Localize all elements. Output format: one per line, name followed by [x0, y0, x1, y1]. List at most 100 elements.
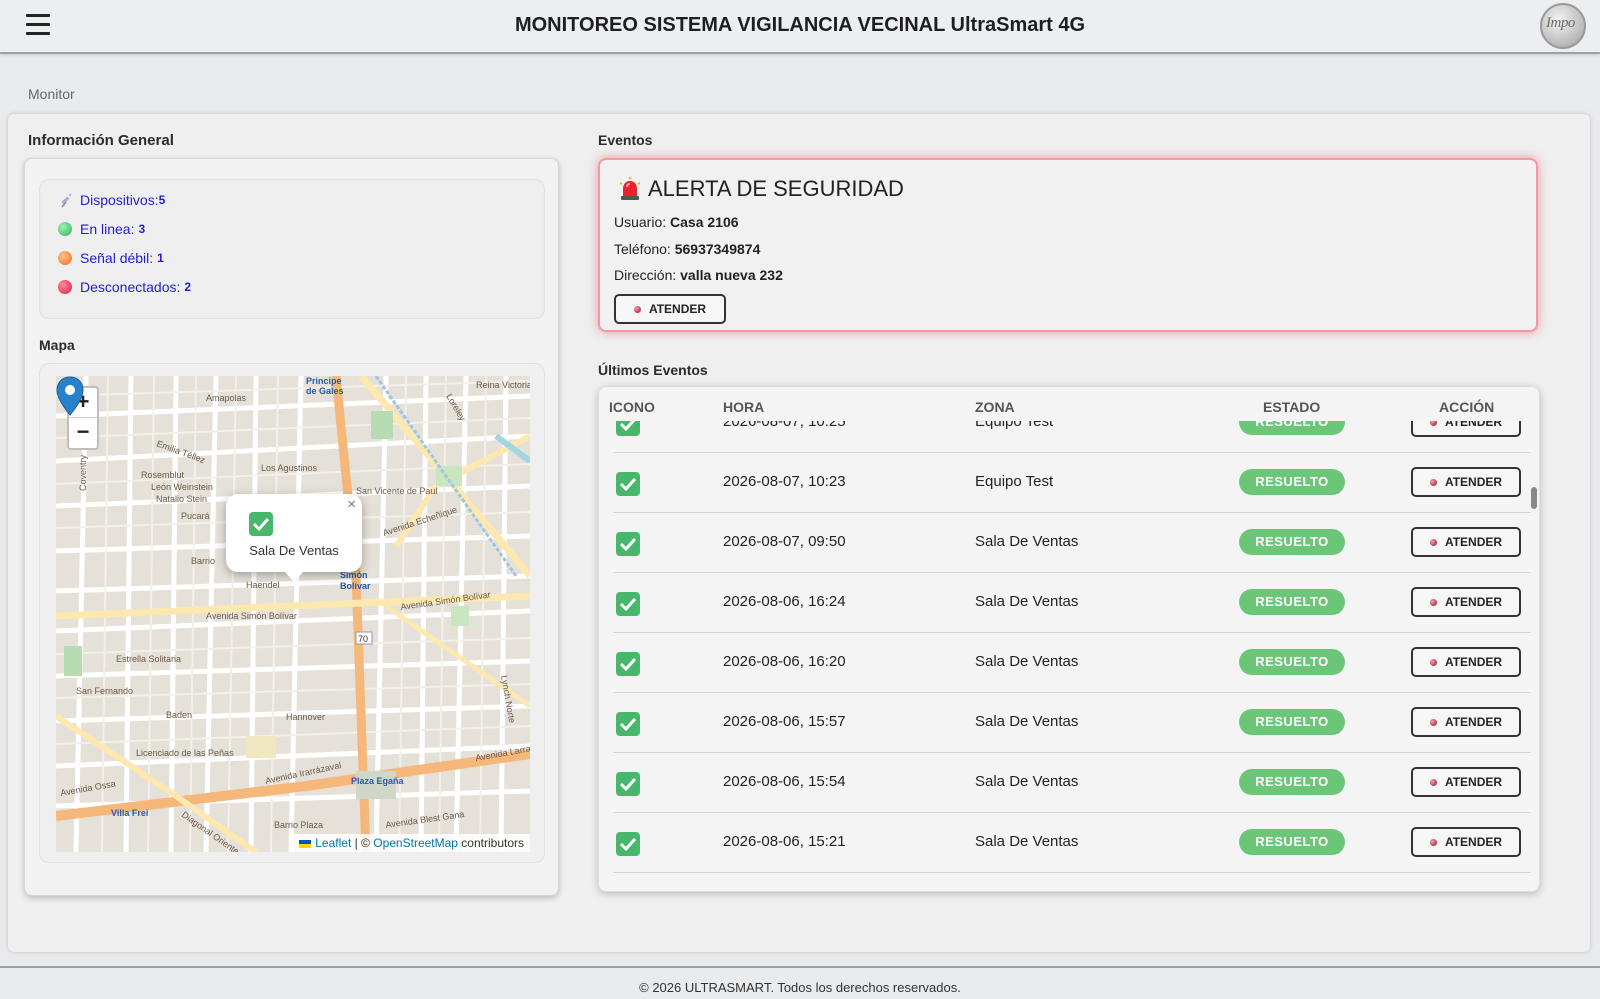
attend-button[interactable]: ATENDER — [1411, 467, 1521, 497]
table-row: 2026-08-06, 15:21 Sala De Ventas RESUELT… — [613, 813, 1531, 873]
stat-value: 2 — [184, 280, 192, 294]
osm-link[interactable]: OpenStreetMap — [373, 836, 458, 850]
table-row: 2026-08-07, 09:50 Sala De Ventas RESUELT… — [613, 513, 1531, 573]
col-action-header: ACCIÓN — [1439, 399, 1495, 415]
event-time: 2026-08-06, 16:20 — [723, 653, 846, 670]
event-time: 2026-08-06, 16:24 — [723, 593, 846, 610]
security-alert-card: ALERTA DE SEGURIDAD Usuario: Casa 2106 T… — [598, 158, 1538, 332]
popup-zone: Sala De Ventas — [249, 543, 339, 558]
check-icon — [249, 512, 273, 536]
alert-address-label: Dirección: — [614, 267, 677, 283]
map-popup: × OK Sala De Ventas — [226, 494, 362, 582]
svg-text:70: 70 — [358, 634, 368, 644]
attend-label: ATENDER — [1444, 595, 1503, 609]
app-title: MONITOREO SISTEMA VIGILANCIA VECINAL Ult… — [514, 14, 1086, 36]
alert-phone-label: Teléfono: — [614, 241, 671, 257]
alert-user-label: Usuario: — [614, 214, 667, 230]
svg-text:León Weinstein: León Weinstein — [151, 482, 213, 492]
check-icon — [616, 652, 640, 676]
status-badge: RESUELTO — [1239, 529, 1345, 555]
alert-user: Usuario: Casa 2106 — [614, 214, 739, 230]
event-zone: Sala De Ventas — [975, 593, 1079, 610]
col-icon-header: ICONO — [609, 399, 655, 415]
attend-label: ATENDER — [1444, 775, 1503, 789]
attend-button[interactable]: ATENDER — [1411, 587, 1521, 617]
attend-button[interactable]: ATENDER — [1411, 647, 1521, 677]
check-icon — [616, 832, 640, 856]
avatar-logo-text: Impo — [1546, 15, 1575, 31]
breadcrumb[interactable]: Monitor — [28, 86, 75, 102]
record-dot-icon — [1429, 598, 1437, 606]
status-badge: RESUELTO — [1239, 649, 1345, 675]
status-badge: RESUELTO — [1239, 469, 1345, 495]
info-section-title: Información General — [28, 132, 174, 149]
alert-attend-button[interactable]: ATENDER — [614, 294, 726, 324]
svg-text:Plaza Egaña: Plaza Egaña — [351, 776, 405, 786]
svg-text:Reina Victoria: Reina Victoria — [476, 380, 530, 390]
svg-text:Barrio Plaza: Barrio Plaza — [274, 820, 323, 830]
check-icon — [616, 421, 640, 436]
record-dot-icon — [1429, 421, 1437, 426]
table-row: 2026-08-07, 10:23 Equipo Test RESUELTO A… — [613, 453, 1531, 513]
map-marker-icon[interactable] — [56, 376, 84, 416]
monitor-card: Información General Dispositivos: 5 En l… — [8, 114, 1590, 952]
attend-button[interactable]: ATENDER — [1411, 827, 1521, 857]
svg-text:Baden: Baden — [166, 710, 192, 720]
recent-events-title: Últimos Eventos — [598, 362, 708, 378]
svg-text:Los Agustinos: Los Agustinos — [261, 463, 318, 473]
device-stats: Dispositivos: 5 En linea: 3 Señal débil:… — [39, 179, 545, 319]
alert-address-value: valla nueva 232 — [680, 267, 783, 283]
svg-text:Pucará: Pucará — [181, 511, 210, 521]
svg-text:Licenciado de las Peñas: Licenciado de las Peñas — [136, 748, 234, 758]
table-row: 2026-08-06, 15:57 Sala De Ventas RESUELT… — [613, 693, 1531, 753]
stat-online[interactable]: En linea: 3 — [58, 221, 145, 237]
svg-text:Avenida Simón Bolívar: Avenida Simón Bolívar — [206, 611, 297, 621]
map-attribution: Leaflet | © OpenStreetMap contributors — [293, 834, 530, 852]
attribution-suffix: contributors — [457, 836, 524, 850]
attend-label: ATENDER — [648, 302, 707, 316]
events-section-title: Eventos — [598, 132, 653, 148]
status-badge: RESUELTO — [1239, 709, 1345, 735]
events-scrollbar[interactable] — [1531, 487, 1537, 509]
avatar[interactable]: Impo — [1540, 3, 1586, 49]
alert-title: ALERTA DE SEGURIDAD — [618, 176, 904, 202]
map-section-title: Mapa — [39, 337, 75, 353]
stat-weak-signal[interactable]: Señal débil: 1 — [58, 250, 164, 266]
record-dot-icon — [1429, 478, 1437, 486]
alert-phone: Teléfono: 56937349874 — [614, 241, 760, 257]
zoom-out-button[interactable]: − — [69, 418, 97, 448]
map[interactable]: Principe de Gales Amapolas Los Agustinos… — [56, 376, 530, 852]
leaflet-link[interactable]: Leaflet — [315, 836, 351, 850]
alert-phone-value: 56937349874 — [674, 241, 761, 257]
event-zone: Sala De Ventas — [975, 833, 1079, 850]
stat-label: En linea: — [80, 221, 135, 237]
events-rows: 2026-08-07, 10:25 Equipo Test RESUELTO A… — [599, 421, 1533, 891]
stat-devices[interactable]: Dispositivos: 5 — [58, 192, 165, 208]
popup-close-icon[interactable]: × — [347, 496, 356, 513]
attend-button[interactable]: ATENDER — [1411, 767, 1521, 797]
record-dot-icon — [633, 305, 641, 313]
attend-button[interactable]: ATENDER — [1411, 707, 1521, 737]
check-icon — [616, 592, 640, 616]
event-time: 2026-08-06, 15:21 — [723, 833, 846, 850]
svg-text:Villa Frei: Villa Frei — [111, 808, 148, 818]
table-row: 2026-08-06, 16:24 Sala De Ventas RESUELT… — [613, 573, 1531, 633]
col-zone-header: ZONA — [975, 399, 1015, 415]
popup-status: OK — [248, 511, 273, 536]
check-icon — [616, 532, 640, 556]
attend-label: ATENDER — [1444, 421, 1503, 429]
svg-text:Estrella Solitaria: Estrella Solitaria — [116, 654, 181, 664]
check-icon — [616, 772, 640, 796]
table-row: 2026-08-06, 16:20 Sala De Ventas RESUELT… — [613, 633, 1531, 693]
stat-disconnected[interactable]: Desconectados: 2 — [58, 279, 191, 295]
record-dot-icon — [1429, 718, 1437, 726]
status-badge: RESUELTO — [1239, 769, 1345, 795]
footer: © 2026 ULTRASMART. Todos los derechos re… — [0, 966, 1600, 999]
svg-text:Coventry: Coventry — [78, 454, 88, 491]
event-time: 2026-08-07, 10:23 — [723, 473, 846, 490]
svg-text:de Gales: de Gales — [306, 386, 344, 396]
svg-text:Haendel: Haendel — [246, 580, 280, 590]
attend-button[interactable]: ATENDER — [1411, 421, 1521, 437]
attend-button[interactable]: ATENDER — [1411, 527, 1521, 557]
attend-label: ATENDER — [1444, 715, 1503, 729]
